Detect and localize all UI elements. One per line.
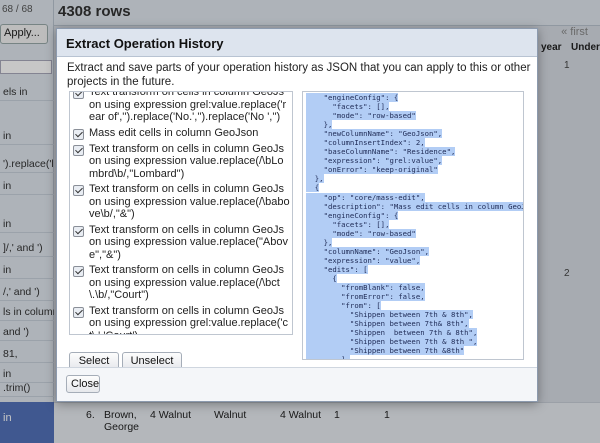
operation-list[interactable]: Text transform on cells in column GeoJso… <box>69 91 293 335</box>
json-output-text: "engineConfig": { "facets": [], "mode": … <box>303 92 523 359</box>
extract-history-dialog: Extract Operation History Extract and sa… <box>56 28 538 402</box>
operation-label: Mass edit cells in column GeoJson <box>89 126 259 139</box>
operation-label: Text transform on cells in column GeoJso… <box>89 142 285 180</box>
operation-checkbox[interactable] <box>73 225 84 237</box>
operation-label: Text transform on cells in column GeoJso… <box>89 91 287 123</box>
operation-label: Text transform on cells in column GeoJso… <box>89 183 290 220</box>
operation-label: Text transform on cells in column GeoJso… <box>89 223 288 261</box>
operation-checkbox[interactable] <box>73 185 84 196</box>
operation-label: Text transform on cells in column GeoJso… <box>89 264 285 301</box>
operation-checkbox[interactable] <box>73 266 84 277</box>
json-output-textarea[interactable]: "engineConfig": { "facets": [], "mode": … <box>302 91 524 360</box>
operation-item[interactable]: Text transform on cells in column GeoJso… <box>70 91 292 124</box>
operation-item[interactable]: Text transform on cells in column GeoJso… <box>70 183 292 221</box>
operation-item[interactable]: Text transform on cells in column GeoJso… <box>70 304 292 335</box>
operation-item[interactable]: Text transform on cells in column GeoJso… <box>70 143 292 181</box>
dialog-intro-text: Extract and save parts of your operation… <box>67 62 531 88</box>
operation-checkbox[interactable] <box>73 92 84 99</box>
operation-checkbox[interactable] <box>73 128 84 140</box>
operation-item[interactable]: Text transform on cells in column GeoJso… <box>70 224 292 262</box>
dialog-title: Extract Operation History <box>57 29 537 57</box>
operation-checkbox[interactable] <box>73 306 84 318</box>
close-button[interactable]: Close <box>66 375 100 393</box>
operation-item[interactable]: Text transform on cells in column GeoJso… <box>70 264 292 302</box>
operation-label: Text transform on cells in column GeoJso… <box>89 304 288 335</box>
operation-item[interactable]: Mass edit cells in column GeoJson <box>70 127 292 140</box>
dialog-footer: Close <box>57 367 537 401</box>
json-selected-text: "engineConfig": { "facets": [], "mode": … <box>306 93 523 359</box>
operation-checkbox[interactable] <box>73 144 84 156</box>
